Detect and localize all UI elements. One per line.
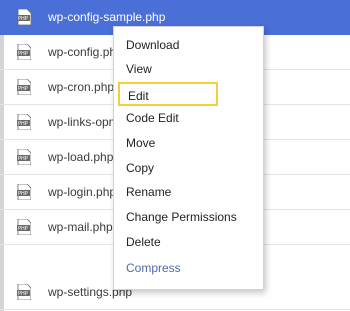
file-name[interactable]: wp-config.php — [48, 44, 123, 60]
menu-item-compress[interactable]: Compress — [126, 259, 181, 277]
menu-item-download[interactable]: Download — [126, 36, 179, 54]
menu-item-edit[interactable]: Edit — [118, 82, 218, 106]
svg-text:PHP: PHP — [18, 291, 28, 297]
file-name[interactable]: wp-config-sample.php — [48, 9, 165, 25]
php-file-icon: PHP — [17, 149, 31, 165]
menu-item-delete[interactable]: Delete — [126, 233, 161, 251]
menu-item-copy[interactable]: Copy — [126, 159, 154, 177]
php-file-icon: PHP — [17, 44, 31, 60]
php-file-icon: PHP — [17, 9, 31, 25]
menu-item-move[interactable]: Move — [126, 134, 155, 152]
svg-text:PHP: PHP — [18, 51, 28, 57]
file-name[interactable]: wp-load.php — [48, 149, 113, 165]
context-menu: Download View Edit Code Edit Move Copy R… — [113, 26, 264, 290]
svg-text:PHP: PHP — [18, 16, 28, 22]
menu-item-change-permissions[interactable]: Change Permissions — [126, 208, 237, 226]
file-name[interactable]: wp-login.php — [48, 184, 116, 200]
menu-item-code-edit[interactable]: Code Edit — [126, 109, 179, 127]
file-name[interactable]: wp-cron.php — [48, 79, 114, 95]
svg-text:PHP: PHP — [18, 191, 28, 197]
svg-text:PHP: PHP — [18, 226, 28, 232]
php-file-icon: PHP — [17, 219, 31, 235]
svg-text:PHP: PHP — [18, 156, 28, 162]
menu-item-rename[interactable]: Rename — [126, 183, 171, 201]
svg-text:PHP: PHP — [18, 86, 28, 92]
menu-item-view[interactable]: View — [126, 60, 152, 78]
file-name[interactable]: wp-mail.php — [48, 219, 113, 235]
php-file-icon: PHP — [17, 114, 31, 130]
php-file-icon: PHP — [17, 184, 31, 200]
svg-text:PHP: PHP — [18, 121, 28, 127]
php-file-icon: PHP — [17, 79, 31, 95]
php-file-icon: PHP — [17, 284, 31, 300]
